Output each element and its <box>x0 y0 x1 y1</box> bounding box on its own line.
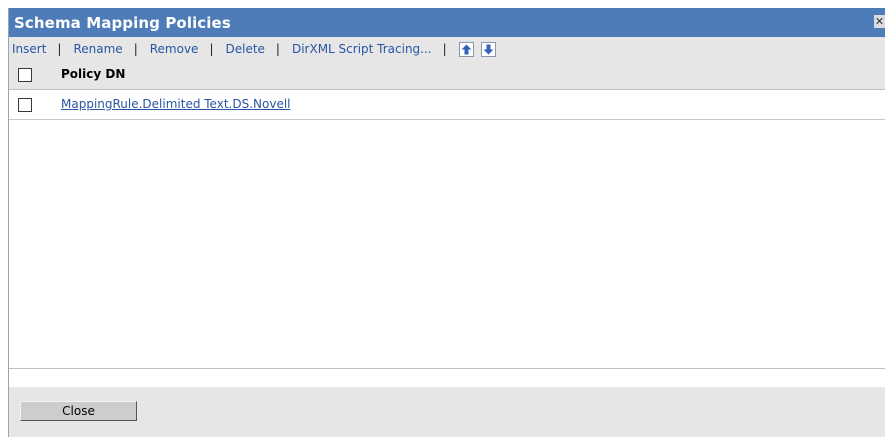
toolbar-separator: | <box>209 42 214 56</box>
policy-dn-column-header: Policy DN <box>61 67 126 81</box>
toolbar-separator: | <box>442 42 447 56</box>
select-all-checkbox[interactable] <box>18 68 32 82</box>
table-header: Policy DN <box>9 61 885 90</box>
arrow-down-icon <box>483 44 494 54</box>
row-checkbox[interactable] <box>18 98 32 112</box>
close-button[interactable]: Close <box>20 401 137 421</box>
toolbar-separator: | <box>57 42 62 56</box>
insert-link[interactable]: Insert <box>12 42 46 56</box>
toolbar-separator: | <box>275 42 280 56</box>
policy-toolbar: Insert | Rename | Remove | Delete | DirX… <box>9 37 885 61</box>
move-down-button[interactable] <box>480 41 496 57</box>
remove-link[interactable]: Remove <box>150 42 199 56</box>
dialog-footer: Close <box>9 387 885 437</box>
schema-mapping-policies-dialog: Schema Mapping Policies ✕ Insert | Renam… <box>8 8 885 437</box>
rename-link[interactable]: Rename <box>73 42 122 56</box>
table-row: MappingRule.Delimited Text.DS.Novell <box>9 90 885 120</box>
move-up-button[interactable] <box>458 41 474 57</box>
dialog-title: Schema Mapping Policies <box>14 14 231 32</box>
dirxml-script-tracing-link[interactable]: DirXML Script Tracing... <box>292 42 432 56</box>
title-bar: Schema Mapping Policies ✕ <box>9 8 885 37</box>
policy-dn-link[interactable]: MappingRule.Delimited Text.DS.Novell <box>61 97 291 111</box>
arrow-up-icon <box>461 44 472 54</box>
close-icon[interactable]: ✕ <box>874 15 885 28</box>
toolbar-separator: | <box>133 42 138 56</box>
delete-link[interactable]: Delete <box>225 42 264 56</box>
table-empty-area <box>9 120 885 369</box>
